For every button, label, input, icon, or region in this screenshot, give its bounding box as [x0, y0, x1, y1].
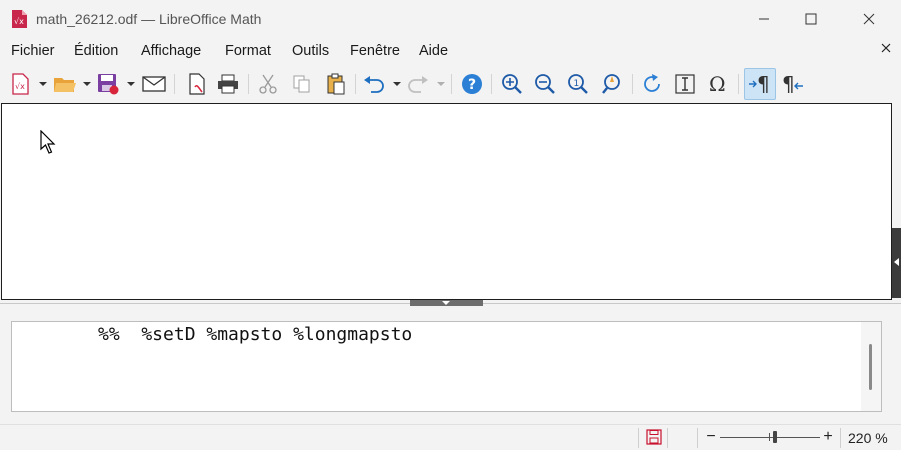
- zoom-out-button[interactable]: [531, 70, 559, 98]
- close-icon: [863, 13, 875, 25]
- save-icon: [98, 74, 119, 95]
- libreoffice-math-icon: √x: [12, 10, 27, 28]
- elements-dock-button[interactable]: ¶: [744, 68, 776, 100]
- zoom-level[interactable]: 220 %: [848, 430, 888, 446]
- menu-bar: Fichier Édition Affichage Format Outils …: [0, 40, 901, 64]
- svg-text:¶: ¶: [782, 72, 795, 96]
- update-button[interactable]: [638, 70, 666, 98]
- printer-icon: [218, 74, 238, 94]
- minimize-icon: [759, 18, 769, 20]
- status-separator: [638, 428, 639, 448]
- copy-icon: [293, 75, 310, 93]
- maximize-button[interactable]: [788, 0, 834, 38]
- toolbar-separator: [355, 74, 356, 94]
- zoom-slider-thumb[interactable]: [773, 431, 777, 443]
- zoom-out-icon: [535, 74, 555, 94]
- formula-command-text[interactable]: %% %setD %mapsto %longmapsto: [98, 324, 412, 345]
- chevron-down-icon[interactable]: [38, 80, 48, 88]
- status-separator: [697, 428, 698, 448]
- chevron-down-icon[interactable]: [82, 80, 92, 88]
- show-all-button[interactable]: [598, 70, 626, 98]
- toolbar-separator: [738, 74, 739, 94]
- omega-icon: Ω: [709, 73, 726, 95]
- menu-edition[interactable]: Édition: [74, 43, 118, 59]
- menu-fenetre[interactable]: Fenêtre: [350, 43, 400, 59]
- export-pdf-button[interactable]: [183, 70, 211, 98]
- pdf-icon: [189, 73, 205, 95]
- zoom-in-control[interactable]: +: [822, 429, 834, 445]
- toolbar-separator: [491, 74, 492, 94]
- toolbar-separator: [451, 74, 452, 94]
- pilcrow-dock-icon: ¶: [749, 72, 770, 96]
- pilcrow-undock-icon: ¶: [782, 72, 803, 96]
- undo-button[interactable]: [360, 70, 388, 98]
- formula-cursor-icon: [675, 74, 695, 94]
- svg-text:1: 1: [574, 79, 580, 89]
- formula-view[interactable]: [1, 103, 892, 300]
- toolbar-separator: [248, 74, 249, 94]
- svg-text:√x: √x: [15, 82, 25, 91]
- redo-button[interactable]: [404, 70, 432, 98]
- standard-toolbar: √x ? 1 Ω ¶ ¶: [0, 66, 901, 102]
- refresh-icon: [644, 74, 660, 92]
- zoom-slider-track[interactable]: [720, 437, 820, 438]
- chevron-down-icon: [442, 301, 450, 305]
- cut-button[interactable]: [254, 70, 282, 98]
- document-modified-icon[interactable]: [646, 429, 662, 445]
- menu-affichage[interactable]: Affichage: [141, 43, 201, 59]
- status-separator: [840, 428, 841, 448]
- title-bar: √x math_26212.odf — LibreOffice Math: [0, 0, 901, 38]
- svg-text:√x: √x: [14, 17, 24, 26]
- zoom-slider-midmark: [769, 433, 770, 441]
- chevron-down-icon[interactable]: [436, 80, 446, 88]
- status-bar: − + 220 %: [0, 424, 901, 450]
- chevron-down-icon[interactable]: [126, 80, 136, 88]
- zoom-in-icon: [502, 74, 522, 94]
- chevron-left-icon: [894, 258, 899, 266]
- zoom-out-control[interactable]: −: [705, 429, 717, 445]
- svg-text:?: ?: [468, 77, 476, 93]
- redo-icon: [408, 76, 428, 93]
- toolbar-separator: [632, 74, 633, 94]
- menu-outils[interactable]: Outils: [292, 43, 329, 59]
- save-button[interactable]: [94, 70, 122, 98]
- chevron-down-icon[interactable]: [392, 80, 402, 88]
- paste-button[interactable]: [322, 70, 350, 98]
- print-button[interactable]: [214, 70, 242, 98]
- symbols-button[interactable]: Ω: [704, 70, 732, 98]
- status-separator: [667, 428, 668, 448]
- folder-open-icon: [54, 78, 76, 92]
- close-window-button[interactable]: [846, 0, 892, 38]
- scissors-icon: [259, 74, 277, 94]
- email-button[interactable]: [140, 70, 168, 98]
- envelope-icon: [142, 76, 166, 92]
- zoom-100-button[interactable]: 1: [564, 70, 592, 98]
- toolbar-separator: [174, 74, 175, 94]
- show-all-icon: [602, 74, 620, 94]
- close-document-icon[interactable]: [879, 41, 893, 55]
- new-formula-icon: √x: [12, 73, 29, 95]
- formula-command-editor[interactable]: %% %setD %mapsto %longmapsto: [11, 321, 882, 412]
- menu-format[interactable]: Format: [225, 43, 271, 59]
- help-button[interactable]: ?: [458, 70, 486, 98]
- paste-icon: [327, 73, 345, 95]
- menu-fichier[interactable]: Fichier: [11, 43, 55, 59]
- help-icon: ?: [462, 74, 482, 94]
- window-title: math_26212.odf — LibreOffice Math: [36, 11, 262, 27]
- copy-button[interactable]: [288, 70, 316, 98]
- formula-cursor-button[interactable]: [671, 70, 699, 98]
- minimize-button[interactable]: [741, 0, 787, 38]
- zoom-in-button[interactable]: [498, 70, 526, 98]
- maximize-icon: [805, 13, 817, 25]
- editor-scrollbar-thumb[interactable]: [869, 344, 872, 390]
- zoom-100-icon: 1: [568, 74, 588, 94]
- elements-undock-button[interactable]: ¶: [778, 70, 806, 98]
- svg-text:Ω: Ω: [709, 73, 726, 95]
- undo-icon: [364, 76, 384, 93]
- svg-text:¶: ¶: [757, 72, 770, 96]
- menu-aide[interactable]: Aide: [419, 43, 448, 59]
- open-button[interactable]: [51, 70, 79, 98]
- mouse-pointer-icon: [40, 130, 56, 154]
- new-button[interactable]: √x: [6, 70, 34, 98]
